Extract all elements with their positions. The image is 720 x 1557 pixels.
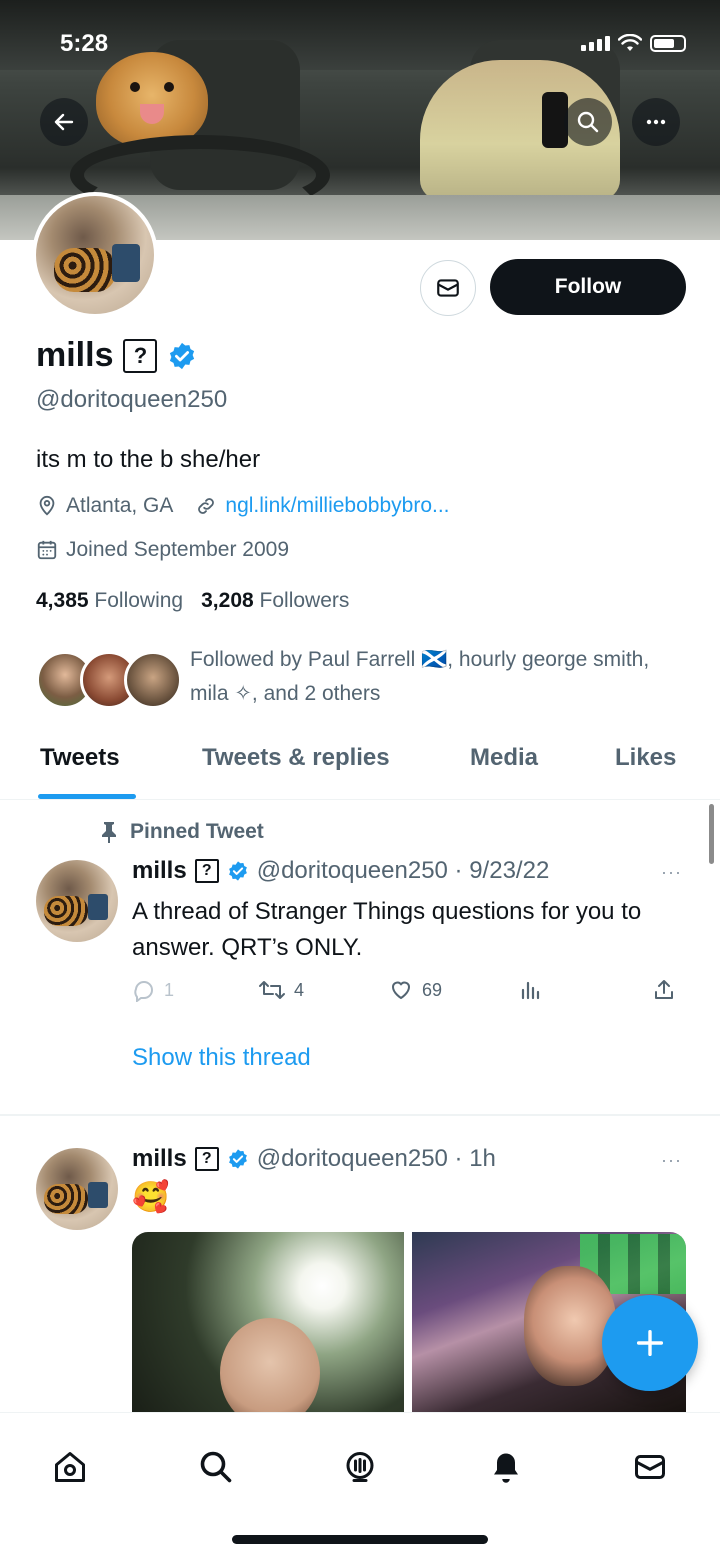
tweet-divider — [0, 1114, 720, 1116]
bottom-navigation — [0, 1412, 720, 1557]
tweet-header: mills ? @doritoqueen250 · 9/23/22 — [132, 857, 549, 885]
pinned-tweet-label: Pinned Tweet — [130, 820, 264, 843]
retweet-action[interactable]: 4 — [258, 978, 304, 1002]
nav-home[interactable] — [50, 1447, 90, 1487]
tweet-more-icon[interactable]: ··· — [661, 1150, 682, 1171]
analytics-icon — [521, 981, 540, 1000]
tab-tweets[interactable]: Tweets — [40, 744, 120, 772]
status-bar: 5:28 — [0, 26, 720, 66]
banner-dog — [96, 52, 208, 148]
profile-joined-row: Joined September 2009 — [36, 538, 289, 562]
pin-icon — [102, 822, 116, 843]
profile-meta-row: Atlanta, GA ngl.link/milliebobbybro... — [36, 494, 450, 518]
tweet-actions: 1 4 69 — [132, 978, 688, 1014]
profile-location: Atlanta, GA — [66, 494, 174, 517]
views-action[interactable] — [518, 978, 542, 1002]
name-emoji-badge: ? — [194, 859, 219, 883]
link-icon — [198, 498, 215, 514]
envelope-icon — [437, 279, 459, 297]
verified-badge-icon — [170, 342, 195, 369]
verified-badge-icon — [228, 1149, 247, 1169]
nav-notifications[interactable] — [486, 1447, 526, 1487]
tweet-handle-date: @doritoqueen250 · 1h — [256, 1145, 496, 1172]
name-emoji-badge: ? — [123, 338, 158, 373]
status-indicators — [581, 34, 686, 52]
pinned-label: Pinned Tweet — [100, 820, 264, 844]
profile-link[interactable]: ngl.link/milliebobbybro... — [225, 494, 449, 518]
home-icon — [55, 1452, 85, 1482]
profile-counts: 4,385 Following 3,208 Followers — [36, 589, 349, 613]
tweet-text: 🥰 — [132, 1181, 170, 1214]
follow-button[interactable]: Follow — [490, 259, 686, 315]
share-icon — [655, 980, 673, 999]
back-button[interactable] — [40, 98, 88, 146]
tweet-text: A thread of Stranger Things questions fo… — [132, 898, 642, 961]
active-tab-indicator — [38, 794, 136, 799]
followed-by-text: Followed by Paul Farrell 🏴󠁧󠁢󠁳󠁣󠁴󠁿, hourly… — [190, 648, 650, 705]
scrollbar[interactable] — [709, 804, 714, 864]
tweet-header: mills ? @doritoqueen250 · 1h — [132, 1145, 496, 1173]
share-action[interactable] — [652, 978, 676, 1002]
profile-bio: its m to the b she/her — [36, 446, 261, 473]
cellular-signal-icon — [581, 35, 610, 51]
tweet-avatar[interactable] — [36, 1148, 118, 1230]
nav-spaces[interactable] — [340, 1447, 380, 1487]
location-pin-icon — [39, 495, 55, 516]
status-time: 5:28 — [60, 30, 109, 57]
verified-badge-icon — [228, 861, 247, 881]
notifications-icon — [494, 1453, 518, 1483]
search-button[interactable] — [564, 98, 612, 146]
search-icon — [577, 111, 599, 133]
messages-icon — [635, 1455, 665, 1479]
retweet-count: 4 — [294, 979, 305, 1000]
nav-messages[interactable] — [630, 1447, 670, 1487]
like-count: 69 — [422, 979, 443, 1000]
tweet-avatar[interactable] — [36, 860, 118, 942]
reply-count: 1 — [164, 979, 175, 1000]
nav-search[interactable] — [196, 1447, 236, 1487]
calendar-icon — [37, 540, 57, 560]
tweet-handle-date: @doritoqueen250 · 9/23/22 — [256, 857, 550, 884]
retweet-icon — [259, 981, 285, 999]
reply-action[interactable]: 1 — [132, 978, 174, 1002]
more-button[interactable] — [632, 98, 680, 146]
followed-by-section[interactable]: Followed by Paul Farrell 🏴󠁧󠁢󠁳󠁣󠁴󠁿, hourly… — [36, 643, 686, 713]
tab-media[interactable]: Media — [470, 744, 538, 772]
wifi-icon — [618, 34, 642, 51]
profile-tabs: Tweets Tweets & replies Media Likes — [0, 730, 720, 800]
followers-label: Followers — [259, 589, 350, 612]
tweet-more-icon[interactable]: ··· — [661, 862, 682, 883]
tweet-author-name[interactable]: mills — [132, 1145, 187, 1173]
tab-tweets-replies[interactable]: Tweets & replies — [202, 744, 390, 772]
profile-handle: @doritoqueen250 — [36, 386, 228, 413]
show-thread-link[interactable]: Show this thread — [132, 1044, 311, 1072]
profile-name-row: mills ? — [36, 336, 197, 375]
follower-avatar — [124, 651, 182, 709]
following-count-link[interactable]: 4,385 Following — [36, 589, 183, 613]
compose-tweet-button[interactable] — [602, 1295, 698, 1391]
back-arrow-icon — [54, 113, 74, 131]
like-action[interactable]: 69 — [388, 978, 442, 1002]
name-emoji-badge: ? — [194, 1147, 219, 1171]
profile-joined: Joined September 2009 — [66, 538, 289, 561]
plus-icon — [636, 1329, 664, 1357]
followers-count: 3,208 — [201, 589, 254, 612]
search-icon — [200, 1451, 232, 1483]
tweet-author-name[interactable]: mills — [132, 857, 187, 885]
followers-count-link[interactable]: 3,208 Followers — [201, 589, 349, 613]
profile-avatar[interactable] — [32, 192, 158, 318]
following-label: Following — [94, 589, 184, 612]
tweet-image[interactable] — [132, 1232, 404, 1412]
spaces-icon — [346, 1452, 374, 1482]
heart-icon — [391, 981, 411, 1000]
more-icon — [646, 119, 666, 125]
following-count: 4,385 — [36, 589, 89, 612]
battery-icon — [650, 34, 686, 52]
message-button[interactable] — [420, 260, 476, 316]
tab-likes[interactable]: Likes — [615, 744, 676, 772]
home-indicator[interactable] — [232, 1535, 488, 1544]
reply-icon — [134, 980, 153, 1002]
profile-display-name: mills — [36, 336, 114, 374]
